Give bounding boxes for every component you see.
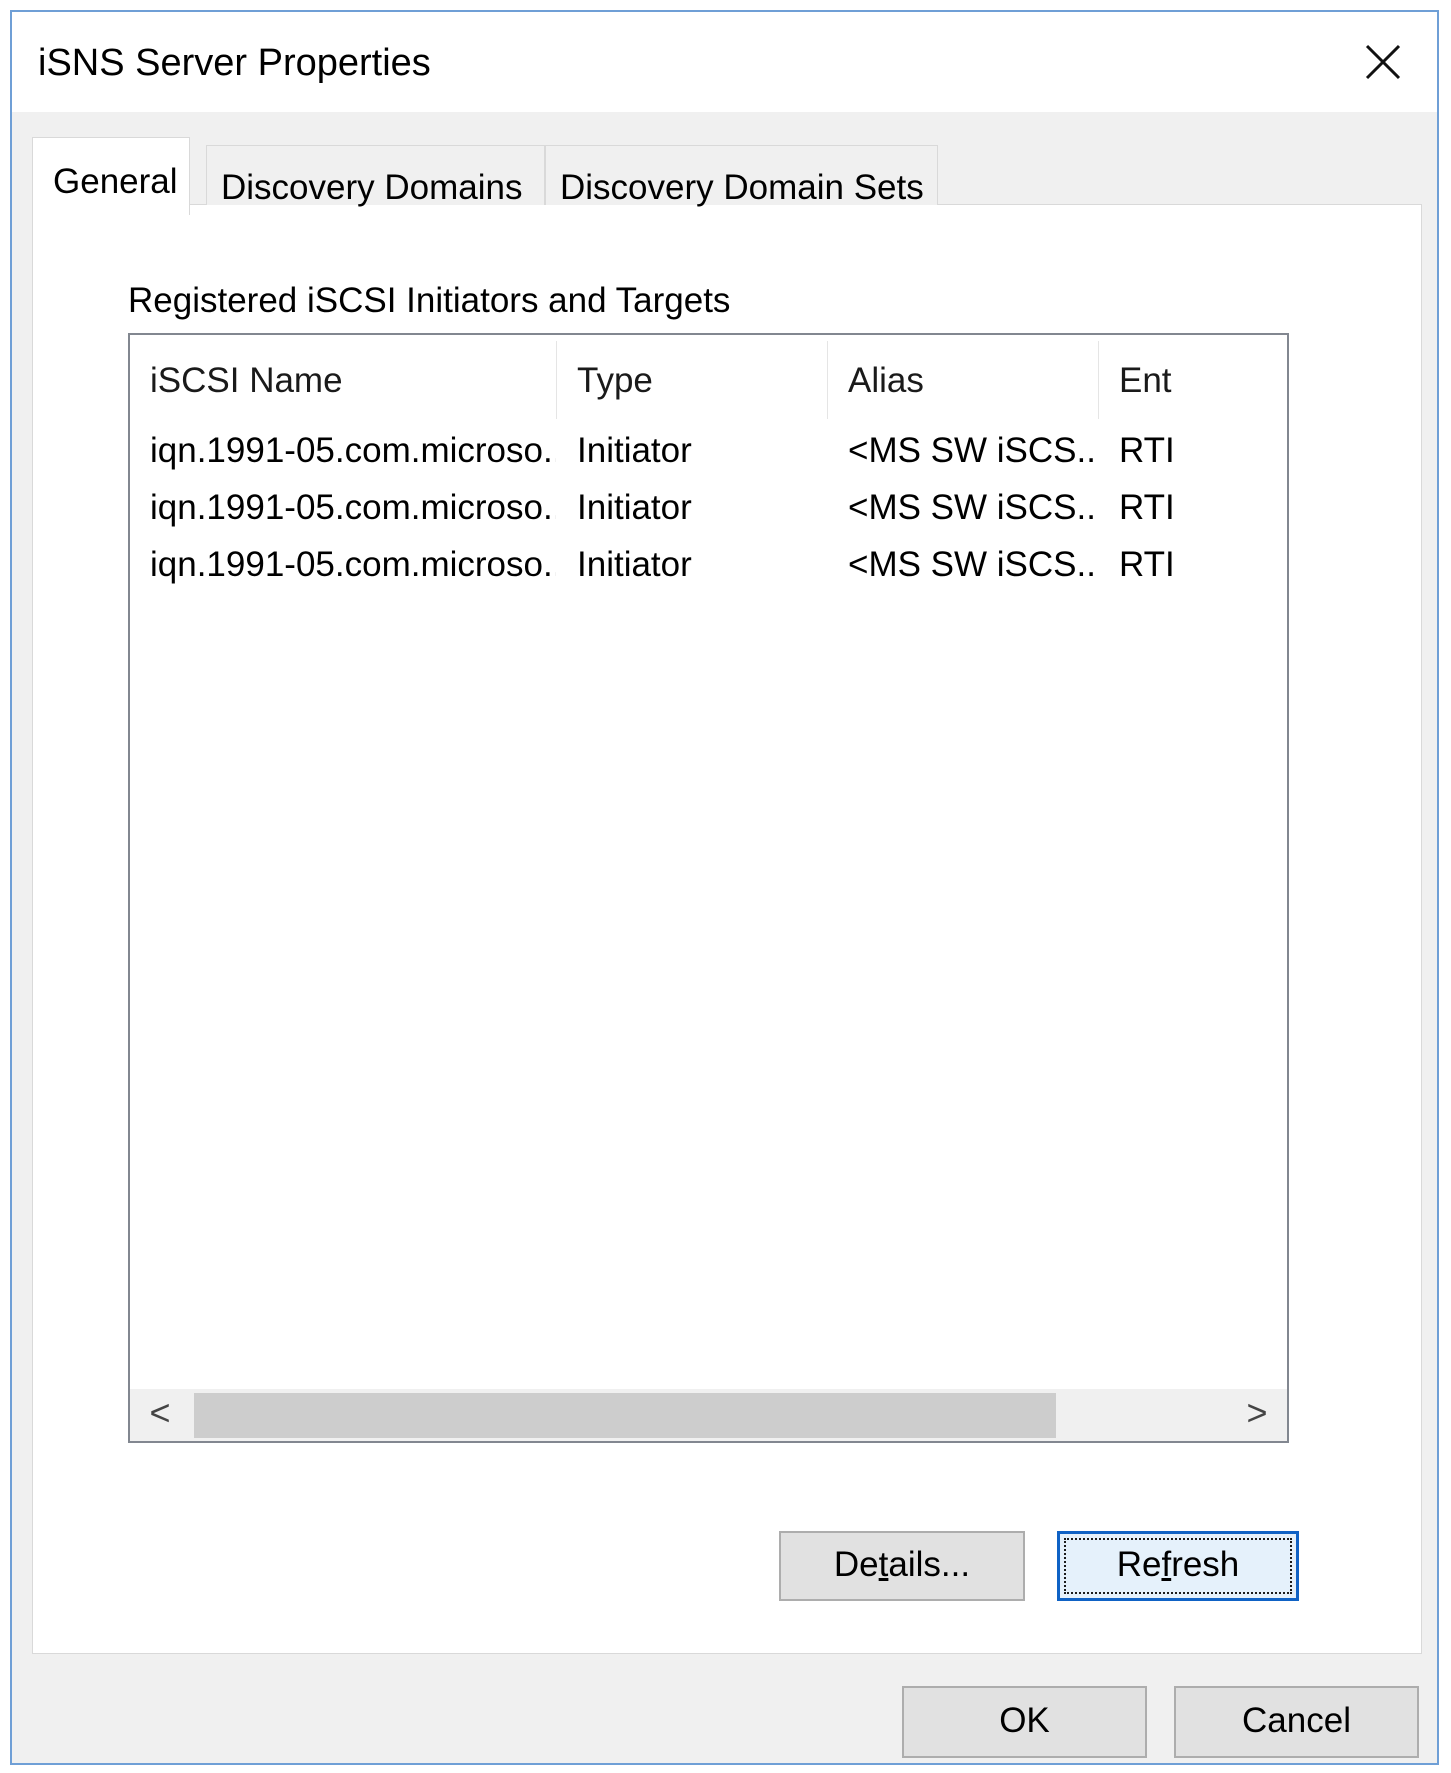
details-button[interactable]: Details...: [779, 1531, 1025, 1601]
tab-discovery-domains[interactable]: Discovery Domains: [206, 145, 545, 207]
cancel-button[interactable]: Cancel: [1174, 1686, 1419, 1758]
general-tab-panel: Registered iSCSI Initiators and Targets …: [32, 204, 1422, 1654]
cell-iscsi-name: iqn.1991-05.com.microso...: [150, 488, 556, 527]
column-header-type[interactable]: Type: [557, 335, 827, 423]
tab-discovery-domain-sets[interactable]: Discovery Domain Sets: [545, 145, 938, 207]
details-label-part: De: [833, 1545, 879, 1584]
cell-alias: <MS SW iSCS...: [848, 431, 1098, 470]
cell-alias: <MS SW iSCS...: [848, 545, 1098, 584]
cell-type: Initiator: [577, 431, 692, 470]
cell-iscsi-name: iqn.1991-05.com.microso...: [150, 431, 556, 470]
cell-entity: RTI: [1119, 545, 1175, 584]
registered-initiators-label: Registered iSCSI Initiators and Targets: [128, 281, 731, 320]
horizontal-scrollbar[interactable]: < >: [130, 1389, 1287, 1441]
focus-ring: [1064, 1538, 1292, 1594]
title-bar: iSNS Server Properties: [12, 12, 1437, 112]
column-header-iscsi-name[interactable]: iSCSI Name: [130, 335, 556, 423]
dialog-title: iSNS Server Properties: [38, 42, 431, 84]
chevron-left-icon: <: [149, 1392, 171, 1433]
table-row[interactable]: iqn.1991-05.com.microso... Initiator <MS…: [130, 431, 1287, 488]
close-icon: [1365, 44, 1401, 80]
refresh-button[interactable]: Refresh: [1057, 1531, 1299, 1601]
isns-server-properties-dialog: iSNS Server Properties General Discovery…: [10, 10, 1439, 1765]
initiators-targets-list[interactable]: iSCSI Name Type Alias Ent iqn.1991-05.co…: [128, 333, 1289, 1443]
cell-iscsi-name: iqn.1991-05.com.microso...: [150, 545, 556, 584]
table-row[interactable]: iqn.1991-05.com.microso... Initiator <MS…: [130, 488, 1287, 545]
scroll-left-button[interactable]: <: [130, 1389, 190, 1441]
close-button[interactable]: [1353, 32, 1413, 92]
cell-entity: RTI: [1119, 431, 1175, 470]
details-mnemonic: t: [878, 1545, 889, 1584]
column-header-alias[interactable]: Alias: [828, 335, 1098, 423]
tab-general[interactable]: General: [32, 137, 190, 215]
cell-type: Initiator: [577, 545, 692, 584]
scroll-right-button[interactable]: >: [1227, 1389, 1287, 1441]
scrollbar-thumb[interactable]: [194, 1393, 1056, 1438]
column-header-entity[interactable]: Ent: [1099, 335, 1287, 423]
ok-button[interactable]: OK: [902, 1686, 1147, 1758]
table-row[interactable]: iqn.1991-05.com.microso... Initiator <MS…: [130, 545, 1287, 602]
cell-entity: RTI: [1119, 488, 1175, 527]
chevron-right-icon: >: [1246, 1392, 1268, 1433]
cell-type: Initiator: [577, 488, 692, 527]
cell-alias: <MS SW iSCS...: [848, 488, 1098, 527]
details-label-part: ails...: [888, 1545, 971, 1584]
